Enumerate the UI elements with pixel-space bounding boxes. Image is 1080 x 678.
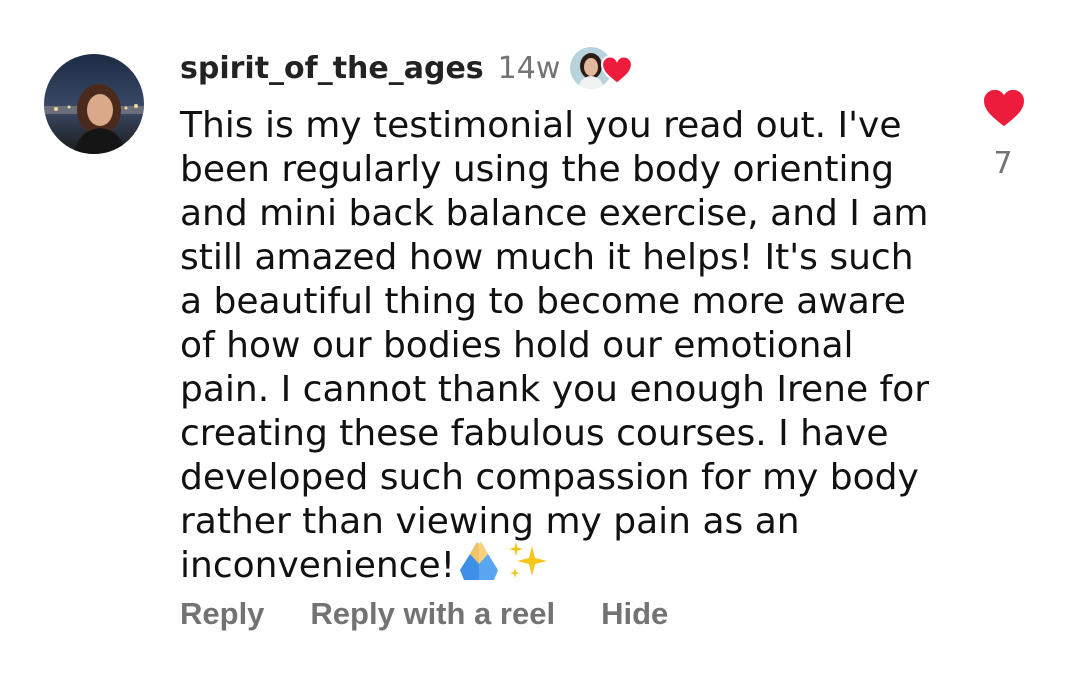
sparkles-emoji xyxy=(509,542,547,578)
like-button[interactable] xyxy=(981,88,1027,128)
comment-actions: Reply Reply with a reel Hide xyxy=(180,596,668,632)
reply-button[interactable]: Reply xyxy=(180,596,264,632)
comment-text: This is my testimonial you read out. I'v… xyxy=(180,105,930,586)
comment-emojis xyxy=(456,540,552,582)
praying-hands-emoji xyxy=(460,542,498,580)
like-count: 7 xyxy=(993,146,1013,181)
heart-filled-icon xyxy=(984,89,1024,127)
creator-liked-indicator xyxy=(570,45,636,91)
username[interactable]: spirit_of_the_ages xyxy=(180,51,484,86)
comment-header: spirit_of_the_ages 14w xyxy=(180,42,636,94)
user-avatar-photo xyxy=(44,54,144,154)
avatar[interactable] xyxy=(44,54,144,154)
heart-icon xyxy=(601,55,634,85)
hide-button[interactable]: Hide xyxy=(601,596,668,632)
reply-with-reel-button[interactable]: Reply with a reel xyxy=(310,596,555,632)
timestamp: 14w xyxy=(497,50,561,86)
